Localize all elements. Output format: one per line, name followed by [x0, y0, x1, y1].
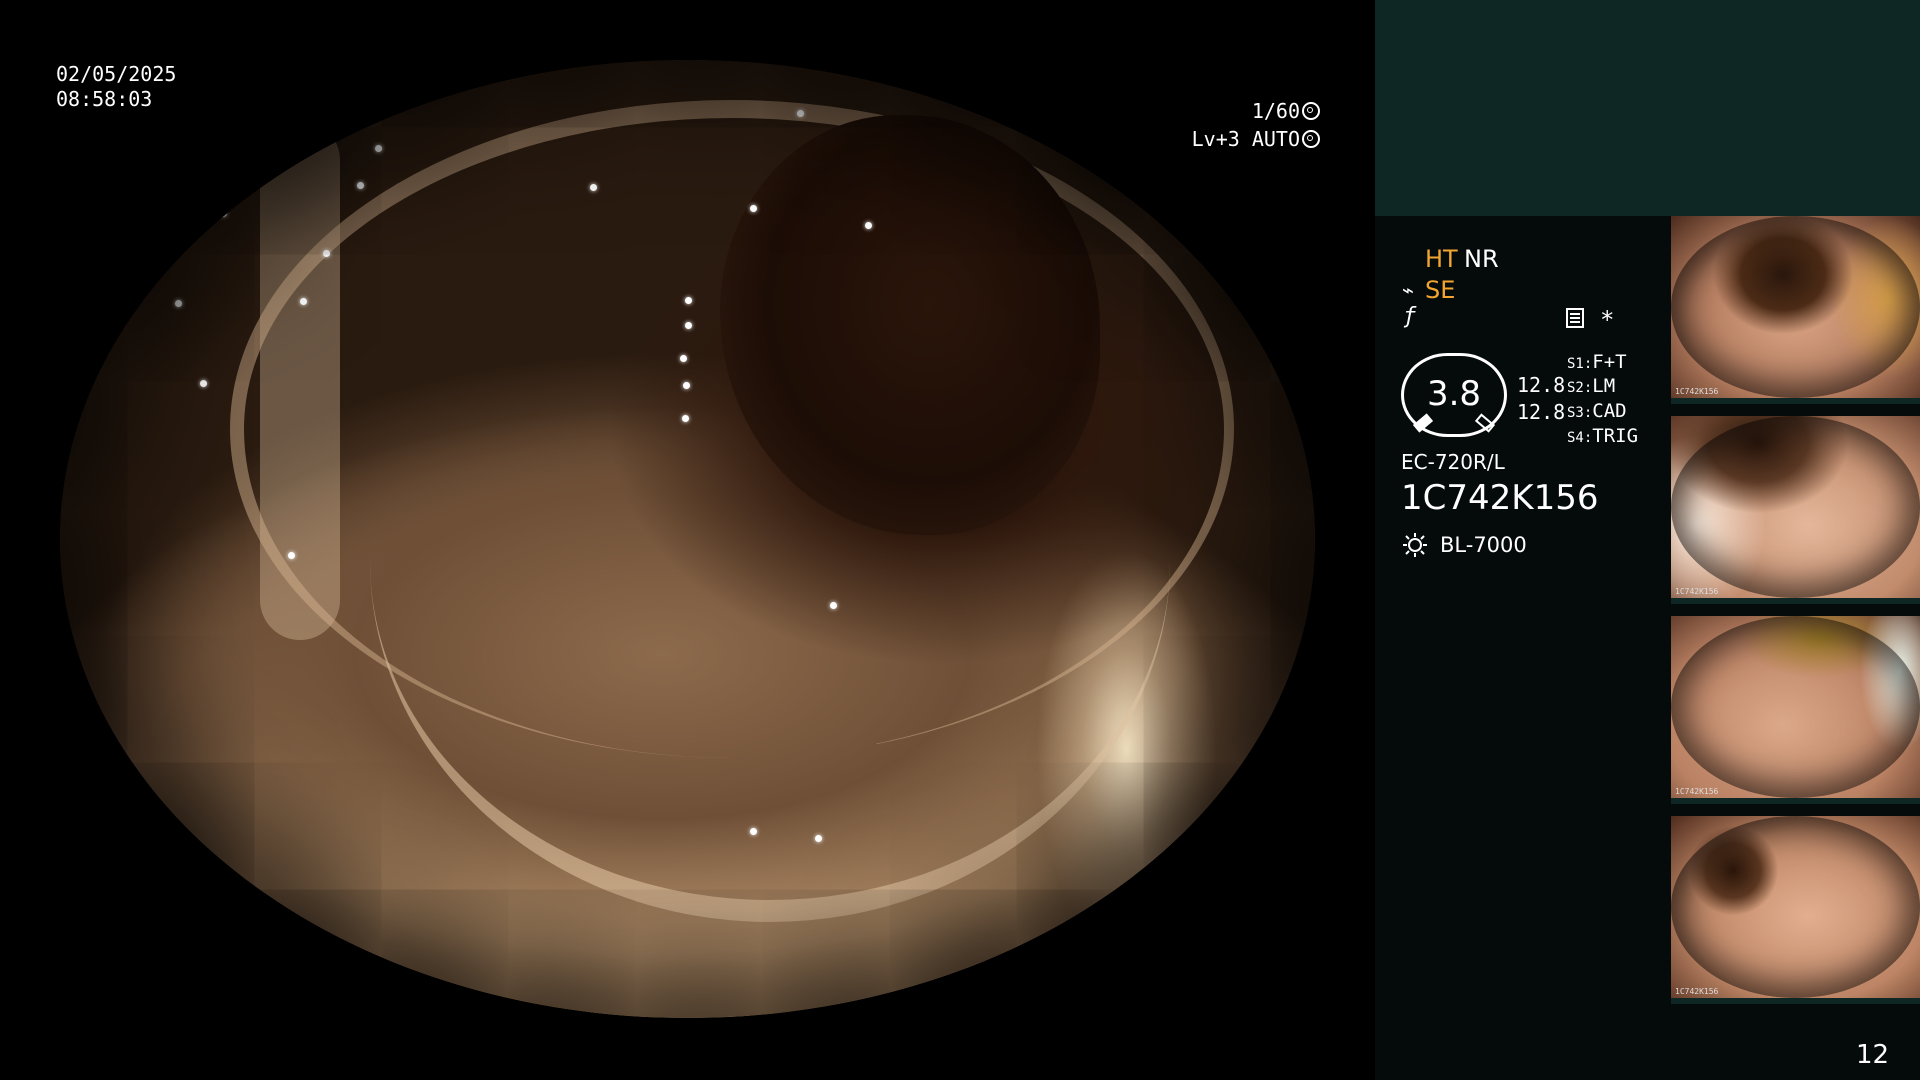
- scope-serial: 1C742K156: [1401, 478, 1599, 518]
- thumbnail-vignette: [1671, 416, 1920, 598]
- mucosal-fold: [370, 200, 1170, 922]
- mode-ht: HT: [1425, 245, 1458, 273]
- thumbnail-vignette: [1671, 216, 1920, 398]
- image-mask-bottom: [0, 1018, 1375, 1080]
- iris-text: Lv+3 AUTO: [1191, 127, 1300, 151]
- freeze-icon: ƒ: [1403, 304, 1417, 329]
- light-reflection: [685, 297, 692, 304]
- panel-header-area: [1375, 0, 1920, 216]
- capture-thumbnail[interactable]: 1C742K156: [1671, 816, 1920, 1004]
- light-reflection: [750, 205, 757, 212]
- mucosal-fold: [260, 120, 340, 640]
- scope-model: EC-720R/L: [1401, 450, 1505, 474]
- structure-enhancement-icon: ⌁: [1402, 278, 1415, 302]
- light-reflection: [680, 355, 687, 362]
- status-area: [1375, 216, 1670, 1080]
- switch-1: S1:F+T: [1567, 350, 1627, 376]
- light-reflection: [683, 382, 690, 389]
- endoscope-live-view: 02/05/2025 08:58:03 1/60 Lv+3 AUTO: [0, 0, 1375, 1080]
- exposure-readout: 1/60 Lv+3 AUTO: [1160, 97, 1320, 153]
- switch-key: S1:: [1567, 356, 1593, 372]
- switch-value: F+T: [1592, 351, 1627, 373]
- light-reflection: [288, 552, 295, 559]
- thumbnail-serial: 1C742K156: [1675, 387, 1719, 396]
- gauge-value: 3.8: [1426, 374, 1482, 414]
- switch-value: TRIG: [1592, 425, 1639, 447]
- gauge-reading-1: 12.8: [1517, 373, 1566, 397]
- zoom-gauge: 3.8: [1401, 353, 1507, 437]
- light-source-icon: [1403, 533, 1427, 557]
- capture-thumbnail[interactable]: 1C742K156: [1671, 216, 1920, 404]
- light-reflection: [323, 250, 330, 257]
- thumbnail-bar: [1671, 998, 1920, 1004]
- page-number: 12: [1856, 1040, 1890, 1070]
- thumbnail-bar: [1671, 598, 1920, 604]
- capture-thumbnail[interactable]: 1C742K156: [1671, 616, 1920, 804]
- record-icon: [1566, 308, 1584, 328]
- switch-3: S3:CAD: [1567, 399, 1627, 425]
- switch-key: S3:: [1567, 405, 1593, 421]
- light-reflection: [685, 322, 692, 329]
- mucosal-fold: [230, 100, 1234, 758]
- light-reflection: [300, 298, 307, 305]
- iris-icon: [1302, 130, 1320, 148]
- thumbnail-bar: [1671, 798, 1920, 804]
- thumbnail-serial: 1C742K156: [1675, 587, 1719, 596]
- colon-lumen: [720, 115, 1100, 535]
- light-reflection: [200, 380, 207, 387]
- time-text: 08:58:03: [56, 87, 153, 111]
- star-icon: *: [1600, 306, 1615, 334]
- light-source-model: BL-7000: [1440, 533, 1527, 557]
- thumbnail-vignette: [1671, 616, 1920, 798]
- switch-value: CAD: [1592, 400, 1627, 422]
- light-reflection: [175, 300, 182, 307]
- switch-key: S2:: [1567, 380, 1593, 396]
- light-reflection: [682, 415, 689, 422]
- light-reflection: [797, 110, 804, 117]
- light-reflection: [830, 602, 837, 609]
- info-panel: HT NR ⌁ SE ƒ * 3.8 12.8 12.8 S1:F+T S2:L…: [1375, 0, 1920, 1080]
- light-reflection: [750, 828, 757, 835]
- endoscope-image: [60, 60, 1315, 1018]
- light-reflection: [865, 222, 872, 229]
- switch-key: S4:: [1567, 430, 1593, 446]
- thumbnail-vignette: [1671, 816, 1920, 998]
- capture-thumbnail[interactable]: 1C742K156: [1671, 416, 1920, 604]
- light-reflection: [220, 210, 227, 217]
- thumbnail-serial: 1C742K156: [1675, 987, 1719, 996]
- switch-value: LM: [1592, 375, 1616, 397]
- light-reflection: [375, 145, 382, 152]
- mode-se: SE: [1425, 276, 1456, 304]
- gauge-reading-2: 12.8: [1517, 400, 1566, 424]
- light-reflection: [590, 184, 597, 191]
- date-time-readout: 02/05/2025 08:58:03: [56, 62, 176, 112]
- switch-4: S4:TRIG: [1567, 424, 1638, 450]
- gauge-left-marker: [1412, 413, 1434, 433]
- shutter-text: 1/60: [1251, 99, 1300, 123]
- light-reflection: [815, 835, 822, 842]
- image-mask-top: [0, 0, 1375, 60]
- date-text: 02/05/2025: [56, 62, 177, 86]
- light-reflection: [357, 182, 364, 189]
- mode-nr: NR: [1464, 245, 1499, 273]
- thumbnail-serial: 1C742K156: [1675, 787, 1719, 796]
- switch-2: S2:LM: [1567, 374, 1615, 400]
- shutter-icon: [1302, 102, 1320, 120]
- thumbnail-bar: [1671, 398, 1920, 404]
